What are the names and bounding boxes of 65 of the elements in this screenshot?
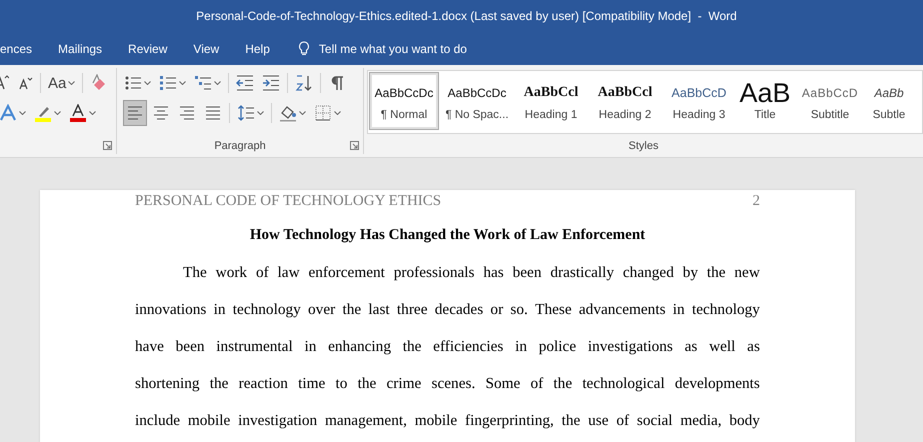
style-name: ¶ No Spac... (445, 109, 509, 121)
decrease-indent-icon (236, 74, 254, 92)
style-name: Subtitle (810, 109, 850, 121)
style-preview: AaBbCcD (802, 85, 858, 102)
body-text-line: The work of law enforcement professionals has been drastically changed by the new (182, 264, 760, 282)
change-case-button[interactable]: Aa (45, 70, 78, 96)
ribbon-tab[interactable]: Review (128, 42, 168, 56)
body-text-line: include mobile investigation management, mobile fingerprinting, the use of social media, body (135, 412, 760, 430)
ribbon-tab[interactable]: Help (245, 42, 270, 56)
caret-icon (214, 81, 221, 85)
borders-icon (314, 104, 332, 122)
group-label: Styles (628, 140, 658, 152)
style-name: Heading 1 (524, 109, 578, 121)
highlighter-icon (34, 104, 52, 122)
caret-icon (334, 111, 341, 115)
text-effects-icon (0, 104, 17, 122)
paint-bucket-icon (279, 104, 297, 122)
caret-icon (257, 111, 264, 115)
font-color-icon (69, 104, 87, 122)
caret-icon (89, 111, 96, 115)
group-label: Paragraph (214, 140, 266, 152)
increase-indent-icon (262, 74, 280, 92)
bulleted-list-icon (124, 74, 142, 92)
style-option[interactable]: AaBbCcDc ¶ Normal (369, 72, 439, 130)
style-preview: AaBb (874, 85, 904, 102)
style-name: Subtle (872, 109, 906, 121)
style-preview: AaBbCcDc (448, 85, 506, 102)
alignment-icon (152, 104, 170, 122)
style-preview: AaBbCcl (524, 84, 578, 102)
body-text-line: shortening the reaction time to the crime scenes. Some of the technological developments (135, 375, 760, 393)
style-name: Heading 3 (672, 109, 726, 121)
running-header: PERSONAL CODE OF TECHNOLOGY ETHICS (135, 192, 442, 210)
caret-icon (299, 111, 306, 115)
page-number: 2 (752, 192, 760, 210)
caret-icon (144, 81, 151, 85)
ribbon-tab[interactable]: ences (0, 42, 32, 56)
caret-icon (54, 111, 61, 115)
style-preview: AaBbCcl (598, 84, 652, 102)
style-name: Heading 2 (598, 109, 652, 121)
document-heading: How Technology Has Changed the Work of Law Enforcement (248, 227, 646, 245)
body-text-line: have been instrumental in enhancing the efficiencies in police investigations as well as (135, 338, 760, 356)
caret-icon (179, 81, 186, 85)
align-button[interactable] (123, 100, 147, 126)
sort-icon (295, 74, 313, 92)
body-text-line: innovations in technology over the last three decades or so. These advancements in technology (135, 301, 760, 319)
caret-icon (19, 111, 26, 115)
ribbon-tab[interactable]: Mailings (58, 42, 102, 56)
dialog-launcher-icon[interactable] (350, 141, 359, 150)
numbered-list-icon (159, 74, 177, 92)
tell-me-search[interactable]: Tell me what you want to do (298, 40, 467, 56)
dialog-launcher-icon[interactable] (103, 141, 112, 150)
alignment-icon (178, 104, 196, 122)
caret-icon (68, 81, 76, 85)
lightbulb-icon (298, 40, 310, 56)
window-title: Personal-Code-of-Technology-Ethics.edited-1.docx (Last saved by user) [Compatibility Mode] - Word (196, 9, 737, 23)
style-preview: AaB (739, 81, 791, 105)
ribbon-tab[interactable]: View (193, 42, 220, 56)
style-preview: AaBbCcDc (374, 85, 434, 102)
line-spacing-icon (237, 104, 255, 122)
alignment-icon (204, 104, 222, 122)
style-name: ¶ Normal (380, 109, 428, 121)
multilevel-list-icon (194, 74, 212, 92)
style-name: Title (754, 109, 776, 121)
alignment-icon (126, 104, 144, 122)
style-preview: AaBbCcD (672, 85, 726, 102)
